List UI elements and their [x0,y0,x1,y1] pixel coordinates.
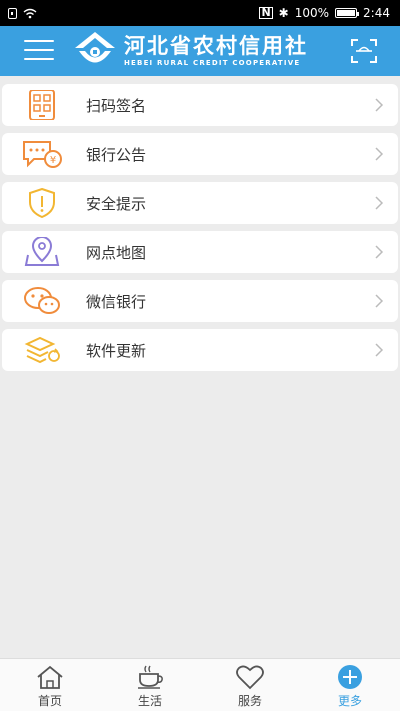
status-bar-left [8,7,37,19]
heart-icon [236,665,264,690]
nav-home[interactable]: 首页 [0,659,100,711]
bottom-nav: 首页 生活 服务 更多 [0,658,400,711]
nav-service[interactable]: 服务 [200,659,300,711]
wechat-icon [24,287,60,314]
map-pin-icon [24,237,60,266]
menu-item-label: 微信银行 [86,293,147,311]
nav-more[interactable]: 更多 [300,659,400,711]
notification-icon [8,7,17,19]
nav-label: 更多 [337,694,362,708]
nav-label: 首页 [37,694,62,708]
menu-item-scan-sign[interactable]: 扫码签名 [2,84,398,126]
brand-name-cn: 河北省农村信用社 [124,34,308,58]
menu-item-wechat-bank[interactable]: 微信银行 [2,280,398,322]
menu-item-label: 网点地图 [86,244,147,262]
battery-percent: 100% [294,6,330,20]
menu-item-label: 安全提示 [86,195,147,213]
chevron-right-icon [375,147,384,161]
wifi-icon [23,8,37,18]
menu-icon[interactable] [24,40,54,62]
nfc-icon: N [259,6,273,19]
update-icon [24,336,60,364]
security-shield-icon [29,188,55,218]
plus-icon [338,665,362,689]
nav-label: 服务 [237,694,262,708]
menu-item-software-update[interactable]: 软件更新 [2,329,398,371]
announcement-icon: ¥ [23,141,62,168]
nav-label: 生活 [137,694,162,708]
svg-text:¥: ¥ [50,155,56,166]
brand-text: 河北省农村信用社 HEBEI RURAL CREDIT COOPERATIVE [124,34,308,68]
app-header: 河北省农村信用社 HEBEI RURAL CREDIT COOPERATIVE [0,26,400,76]
menu-item-label: 扫码签名 [86,97,147,115]
chevron-right-icon [375,343,384,357]
status-bar-right: N ✱ 100% 2:44 [259,6,390,20]
menu-item-label: 软件更新 [86,342,147,360]
brand-name-en: HEBEI RURAL CREDIT COOPERATIVE [124,59,301,67]
menu-item-announcement[interactable]: ¥ 银行公告 [2,133,398,175]
status-bar: N ✱ 100% 2:44 [0,0,400,26]
home-icon [37,665,63,689]
menu-item-label: 银行公告 [86,146,147,164]
chevron-right-icon [375,98,384,112]
coffee-icon [138,665,163,689]
logo [75,32,115,63]
clock: 2:44 [363,6,390,20]
scan-sign-icon [29,90,55,120]
battery-icon [335,8,360,18]
menu-item-security-tip[interactable]: 安全提示 [2,182,398,224]
bluetooth-icon: ✱ [278,6,289,20]
nav-life[interactable]: 生活 [100,659,200,711]
scan-icon[interactable] [350,38,378,64]
chevron-right-icon [375,245,384,259]
chevron-right-icon [375,196,384,210]
menu-item-branch-map[interactable]: 网点地图 [2,231,398,273]
chevron-right-icon [375,294,384,308]
brand: 河北省农村信用社 HEBEI RURAL CREDIT COOPERATIVE [72,30,332,72]
